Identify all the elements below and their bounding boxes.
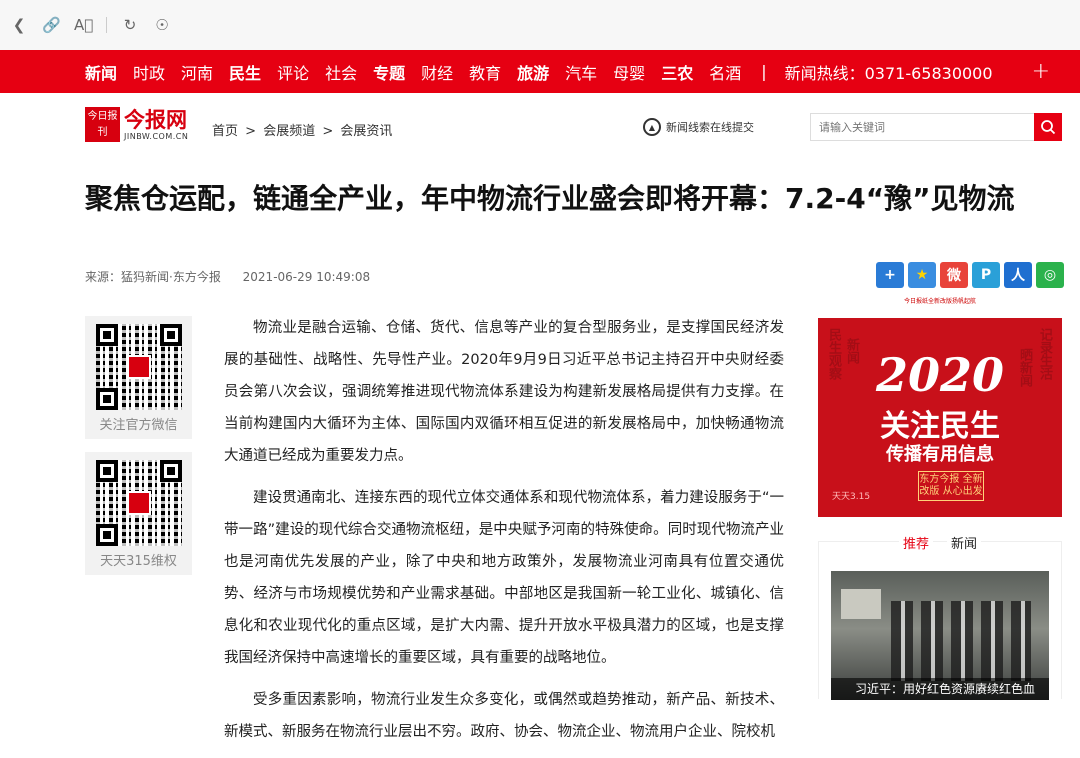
tab-news[interactable]: 新闻	[947, 533, 982, 552]
rights-qr-label: 天天315维权	[100, 554, 177, 569]
wechat-qr-block: 关注官方微信	[85, 316, 192, 439]
back-icon[interactable]: ❮	[10, 16, 28, 34]
compass-icon[interactable]: ☉	[153, 16, 171, 34]
share-bar: + ★ 微 P 人 ◎	[876, 262, 1064, 288]
banner-subheadline: 传播有用信息	[886, 444, 994, 465]
recommend-photo[interactable]: 习近平：用好红色资源赓续红色血	[831, 571, 1049, 700]
news-tip-link[interactable]: ▲ 新闻线索在线提交	[643, 118, 754, 136]
article-paragraph: 受多重因素影响，物流行业发生众多变化，或偶然或趋势推动，新产品、新技术、新模式、…	[224, 692, 784, 740]
nav-item-topics[interactable]: 专题	[373, 60, 405, 84]
breadcrumb: 首页 > 会展频道 > 会展资讯	[212, 120, 395, 139]
nav-item-news[interactable]: 新闻	[85, 60, 117, 84]
article-date: 2021-06-29 10:49:08	[242, 270, 371, 284]
article-title: 聚焦仓运配，链通全产业，年中物流行业盛会即将开幕：7.2-4“豫”见物流	[85, 182, 1015, 215]
nav-item-finance[interactable]: 财经	[421, 60, 453, 84]
breadcrumb-separator: >	[322, 124, 334, 139]
expand-plus-icon[interactable]: +	[1032, 59, 1050, 84]
breadcrumb-separator: >	[245, 124, 257, 139]
banner-top-text: 今日报纸全新改版扬帆起航	[818, 288, 1062, 318]
weibo-share-icon[interactable]: 微	[940, 262, 968, 288]
nav-item-agriculture[interactable]: 三农	[661, 60, 693, 84]
recommend-panel: 推荐 新闻 习近平：用好红色资源赓续红色血	[818, 533, 1062, 700]
nav-item-auto[interactable]: 汽车	[565, 60, 597, 84]
breadcrumb-home[interactable]: 首页	[212, 124, 238, 139]
search-input[interactable]	[810, 113, 1034, 141]
site-header: 今日报刊 今报网 JINBW.COM.CN 首页 > 会展频道 > 会展资讯 ▲…	[0, 93, 1080, 155]
promo-banner[interactable]: 今日报纸全新改版扬帆起航 民生观察 新闻 记录生活 晒新闻 2020 关注民生 …	[818, 288, 1062, 517]
nav-item-education[interactable]: 教育	[469, 60, 501, 84]
browser-toolbar: ❮ 🔗 Aᷳ ↻ ☉	[0, 0, 1080, 50]
news-tip-label: 新闻线索在线提交	[666, 121, 754, 134]
nav-item-baby[interactable]: 母婴	[613, 60, 645, 84]
recommend-tabs: 推荐 新闻	[819, 533, 1061, 552]
article-body: 物流业是融合运输、仓储、货代、信息等产业的复合型服务业，是支撑国民经济发展的基础…	[224, 312, 784, 758]
wechat-share-icon[interactable]: ◎	[1036, 262, 1064, 288]
logo-name: 今报网	[124, 107, 187, 132]
qr-logo	[126, 355, 151, 379]
link-icon[interactable]: 🔗	[42, 16, 61, 34]
nav-item-liquor[interactable]: 名酒	[709, 60, 741, 84]
article-meta: 来源：猛犸新闻·东方今报 2021-06-29 10:49:08	[85, 268, 370, 285]
rights-qr-block: 天天315维权	[85, 452, 192, 575]
recommend-caption[interactable]: 习近平：用好红色资源赓续红色血	[831, 678, 1049, 700]
refresh-icon[interactable]: ↻	[121, 16, 139, 34]
search-box	[810, 113, 1062, 141]
toolbar-divider	[106, 17, 107, 33]
nav-item-comment[interactable]: 评论	[277, 60, 309, 84]
tab-recommend[interactable]: 推荐	[898, 533, 933, 552]
article-paragraph: 物流业是融合运输、仓储、货代、信息等产业的复合型服务业，是支撑国民经济发展的基础…	[224, 320, 784, 464]
banner-headline: 关注民生	[880, 409, 1000, 444]
search-button[interactable]	[1034, 113, 1062, 141]
banner-foot: 天天3.15	[832, 492, 871, 502]
nav-item-society[interactable]: 社会	[325, 60, 357, 84]
qr-logo	[126, 491, 151, 515]
tencent-share-icon[interactable]: P	[972, 262, 1000, 288]
top-nav: 新闻 时政 河南 民生 评论 社会 专题 财经 教育 旅游 汽车 母婴 三农 名…	[0, 50, 1080, 93]
wechat-qr-label: 关注官方微信	[99, 418, 178, 433]
nav-divider: |	[761, 62, 767, 81]
banner-badge: 东方今报 全新改版 从心出发	[918, 471, 984, 501]
site-logo[interactable]: 今日报刊 今报网 JINBW.COM.CN	[85, 107, 188, 142]
font-icon[interactable]: Aᷳ	[74, 16, 93, 34]
logo-domain: JINBW.COM.CN	[124, 132, 189, 141]
nav-item-travel[interactable]: 旅游	[517, 60, 549, 84]
rights-qr-code	[95, 460, 182, 546]
renren-share-icon[interactable]: 人	[1004, 262, 1032, 288]
steering-wheel-icon: ▲	[643, 118, 661, 136]
news-hotline: 新闻热线：0371-65830000	[784, 63, 993, 83]
nav-item-henan[interactable]: 河南	[181, 60, 213, 84]
plus-share-icon[interactable]: +	[876, 262, 904, 288]
article-source: 来源：猛犸新闻·东方今报	[85, 270, 221, 284]
breadcrumb-expo-channel[interactable]: 会展频道	[263, 124, 315, 139]
star-share-icon[interactable]: ★	[908, 262, 936, 288]
breadcrumb-expo-news[interactable]: 会展资讯	[340, 124, 392, 139]
nav-item-livelihood[interactable]: 民生	[229, 60, 261, 84]
search-icon	[1041, 120, 1056, 135]
logo-seal-icon: 今日报刊	[85, 107, 120, 142]
banner-year: 2020	[875, 348, 1005, 402]
wechat-qr-code	[95, 324, 182, 410]
article-paragraph: 建设贯通南北、连接东西的现代立体交通体系和现代物流体系，着力建设服务于“一带一路…	[224, 490, 784, 666]
nav-item-politics[interactable]: 时政	[133, 60, 165, 84]
